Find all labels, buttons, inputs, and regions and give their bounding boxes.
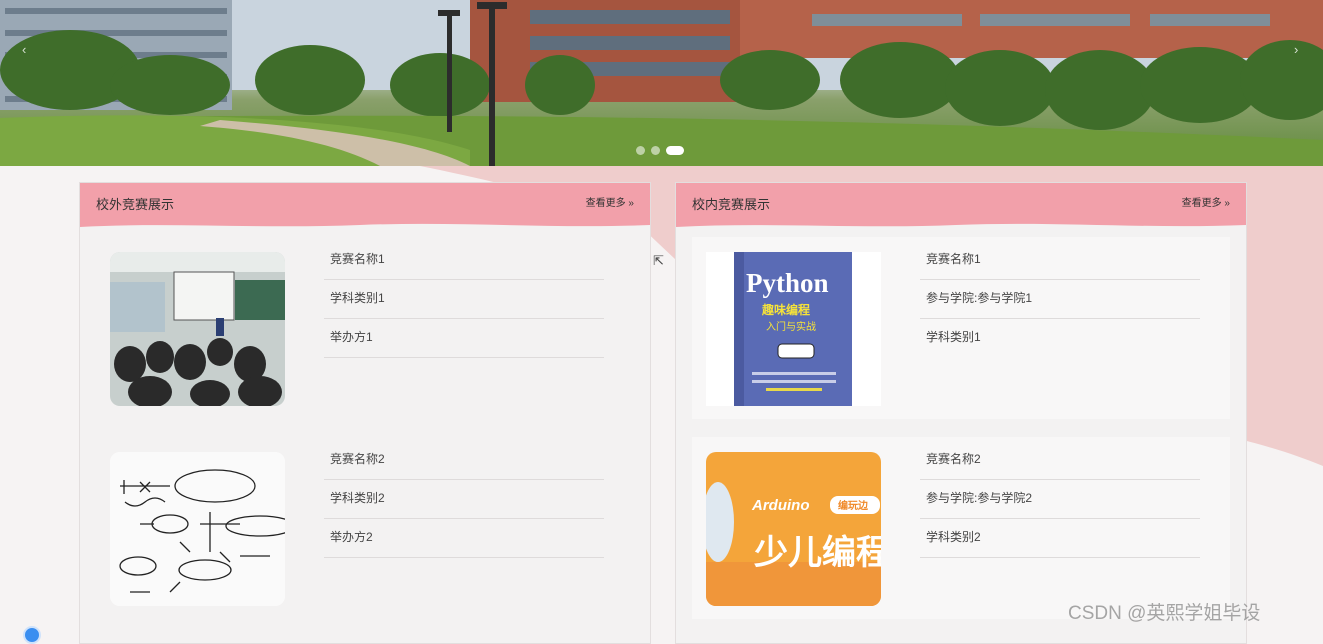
book-subtitle-2: 入门与实战 (766, 320, 816, 333)
competition-info: 竞赛名称2 参与学院:参与学院2 学科类别2 (920, 441, 1200, 558)
competition-card-1[interactable]: 竞赛名称1 学科类别1 举办方1 (96, 237, 634, 419)
subject-category: 学科类别1 (324, 280, 604, 319)
competition-card-2[interactable]: Arduino 编玩边 少儿编程 竞赛名称2 参与学院:参与学院2 学科类别2 (692, 437, 1230, 619)
campus-photo (0, 0, 1323, 166)
back-to-top-button[interactable] (23, 626, 41, 644)
competition-name[interactable]: 竞赛名称1 (324, 241, 604, 280)
competition-info: 竞赛名称1 学科类别1 举办方1 (324, 241, 604, 358)
classroom-photo-image (110, 252, 285, 406)
carousel-dot-2[interactable] (651, 146, 660, 155)
book-subtitle: 趣味编程 (761, 302, 810, 317)
arduino-brand: Arduino (751, 497, 810, 514)
participating-college: 参与学院:参与学院1 (920, 280, 1200, 319)
view-more-link[interactable]: 查看更多 » (586, 194, 634, 209)
competition-info: 竞赛名称1 参与学院:参与学院1 学科类别1 (920, 241, 1200, 358)
participating-college: 参与学院:参与学院2 (920, 480, 1200, 519)
mouse-cursor-icon: ⇱ (653, 253, 664, 268)
competition-card-2[interactable]: 竞赛名称2 学科类别2 举办方2 (96, 437, 634, 619)
subject-category: 学科类别2 (324, 480, 604, 519)
panel-title: 校外竞赛展示 (96, 197, 175, 212)
competition-card-1[interactable]: Python 趣味编程 入门与实战 竞赛名称1 参与学院:参与学院1 学科类别1 (692, 237, 1230, 419)
arduino-kids-coding-image: Arduino 编玩边 少儿编程 (706, 452, 881, 606)
competition-name[interactable]: 竞赛名称1 (920, 241, 1200, 280)
python-book-cover-image: Python 趣味编程 入门与实战 (706, 252, 881, 406)
campus-banner-carousel[interactable]: ‹ › (0, 0, 1323, 166)
subject-category: 学科类别2 (920, 519, 1200, 558)
panel-header: 校内竞赛展示 查看更多 » (676, 183, 1246, 227)
arduino-headline: 少儿编程 (754, 533, 881, 573)
watermark: CSDN @英熙学姐毕设 (1068, 603, 1261, 624)
carousel-dot-3-active[interactable] (666, 146, 684, 155)
handwritten-notes-image (110, 452, 285, 606)
carousel-indicators (636, 146, 684, 155)
internal-competitions-panel: 校内竞赛展示 查看更多 » Python 趣味编程 入门与实战 竞赛名称1 参与… (675, 182, 1247, 644)
book-title: Python (746, 268, 829, 298)
carousel-dot-1[interactable] (636, 146, 645, 155)
panel-header: 校外竞赛展示 查看更多 » (80, 183, 650, 227)
competition-name[interactable]: 竞赛名称2 (324, 441, 604, 480)
external-competitions-panel: 校外竞赛展示 查看更多 » 竞赛名称1 学科类别1 举办方1 竞赛名称2 学科类… (79, 182, 651, 644)
carousel-prev-arrow[interactable]: ‹ (22, 42, 26, 57)
carousel-next-arrow[interactable]: › (1294, 42, 1298, 57)
organizer: 举办方2 (324, 519, 604, 558)
organizer: 举办方1 (324, 319, 604, 358)
panel-title: 校内竞赛展示 (692, 197, 771, 212)
competition-name[interactable]: 竞赛名称2 (920, 441, 1200, 480)
view-more-link[interactable]: 查看更多 » (1182, 194, 1230, 209)
arduino-tag: 编玩边 (838, 499, 869, 512)
competition-info: 竞赛名称2 学科类别2 举办方2 (324, 441, 604, 558)
subject-category: 学科类别1 (926, 330, 981, 344)
